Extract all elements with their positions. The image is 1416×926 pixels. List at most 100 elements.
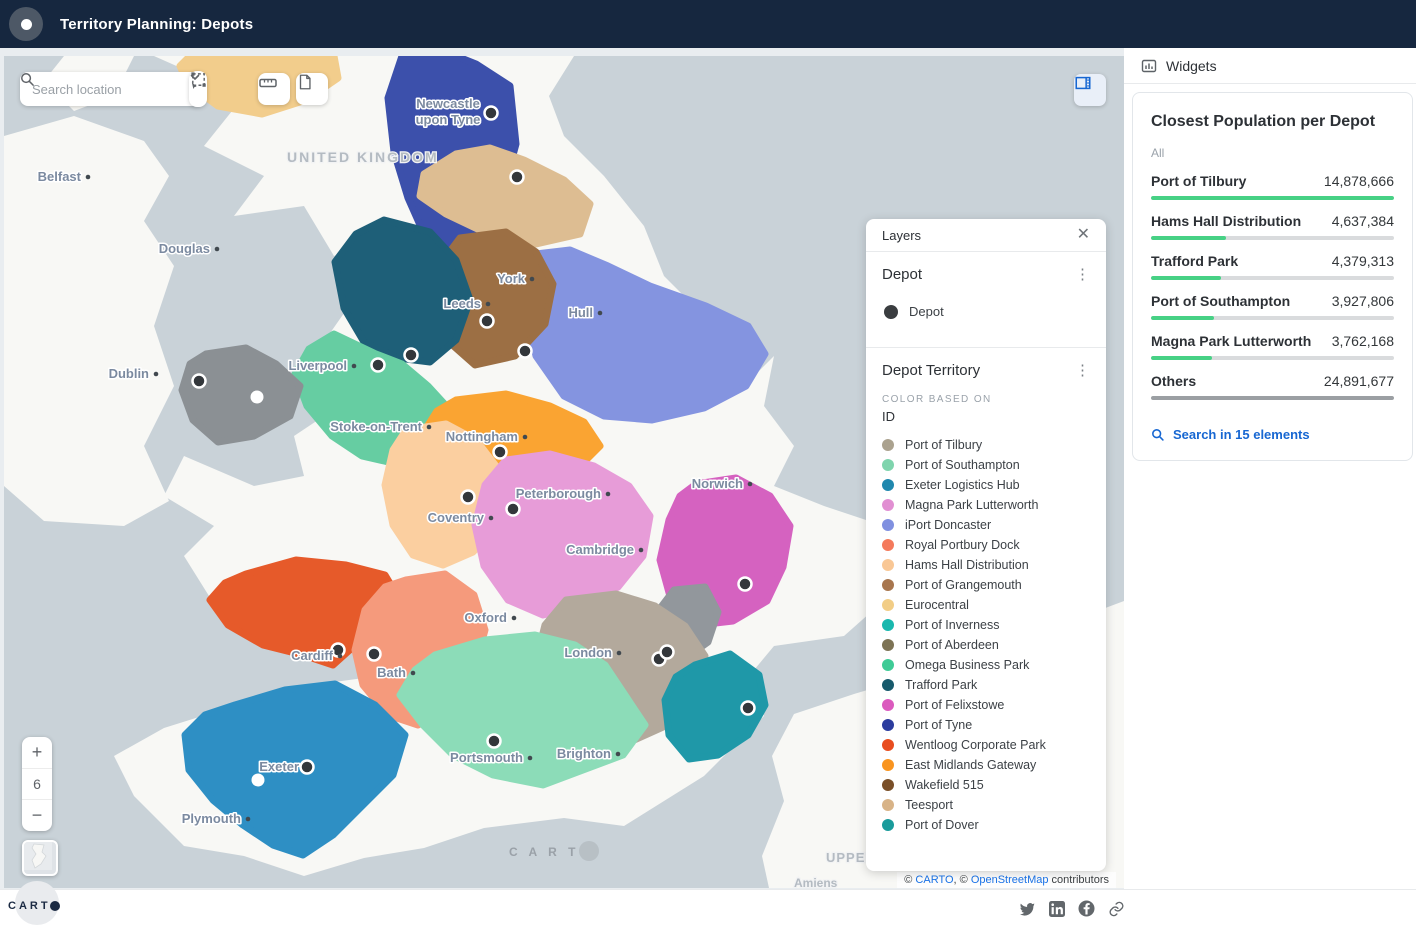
legend-item-label: Port of Inverness <box>905 618 1000 632</box>
city-label: Brighton <box>557 746 611 761</box>
minimap-thumbnail[interactable] <box>22 840 58 876</box>
widget-row[interactable]: Others 24,891,677 <box>1151 373 1394 400</box>
legend-color-swatch <box>882 659 894 671</box>
legend-item: Exeter Logistics Hub <box>882 475 1090 495</box>
depot-marker[interactable] <box>332 644 345 657</box>
widget-row-value: 24,891,677 <box>1324 373 1394 389</box>
depot-marker[interactable] <box>494 446 507 459</box>
twitter-icon[interactable] <box>1018 900 1035 917</box>
widget-title: Closest Population per Depot <box>1151 113 1394 131</box>
legend-item: Eurocentral <box>882 595 1090 615</box>
legend-color-swatch <box>882 759 894 771</box>
city-dot <box>489 516 494 521</box>
layers-panel: Layers ✕ Depot ⋮ Depot Depot Territory ⋮… <box>866 219 1106 871</box>
widget-filter-label: All <box>1151 146 1394 160</box>
depot-marker[interactable] <box>742 702 755 715</box>
legend-item-label: Port of Aberdeen <box>905 638 999 652</box>
widget-row-value: 14,878,666 <box>1324 173 1394 189</box>
city-label: Cardiff <box>291 648 334 663</box>
city-label: Hull <box>568 305 593 320</box>
depot-marker[interactable] <box>372 359 385 372</box>
depot-marker[interactable] <box>511 171 524 184</box>
city-label: Oxford <box>464 610 507 625</box>
city-dot <box>427 425 432 430</box>
close-icon[interactable]: ✕ <box>1077 227 1090 243</box>
city-dot <box>352 364 357 369</box>
color-based-on-label: COLOR BASED ON <box>882 394 1090 405</box>
widgets-icon <box>1141 58 1157 74</box>
city-dot <box>639 548 644 553</box>
widget-row[interactable]: Trafford Park 4,379,313 <box>1151 253 1394 280</box>
legend-item-label: Royal Portbury Dock <box>905 538 1020 552</box>
city-dot <box>523 435 528 440</box>
legend-color-swatch <box>882 579 894 591</box>
widget-row-value: 4,379,313 <box>1332 253 1394 269</box>
population-widget: Closest Population per Depot All Port of… <box>1132 92 1413 461</box>
legend-item-label: Wentloog Corporate Park <box>905 738 1046 752</box>
kebab-menu-icon[interactable]: ⋮ <box>1075 267 1090 282</box>
search-in-elements-link[interactable]: Search in 15 elements <box>1151 427 1394 442</box>
toggle-side-panel-button[interactable] <box>1074 74 1106 106</box>
depot-marker[interactable] <box>462 491 475 504</box>
depot-marker[interactable] <box>661 646 674 659</box>
osm-attribution-link[interactable]: OpenStreetMap <box>971 874 1049 886</box>
depot-marker[interactable] <box>507 503 520 516</box>
app-logo-icon <box>9 7 43 41</box>
depot-marker[interactable] <box>405 349 418 362</box>
widget-row[interactable]: Port of Tilbury14,878,666 <box>1151 173 1394 200</box>
widget-row-bar <box>1151 276 1394 280</box>
linkedin-icon[interactable] <box>1048 900 1065 917</box>
page-title: Territory Planning: Depots <box>60 16 253 33</box>
legend-item: Royal Portbury Dock <box>882 535 1090 555</box>
zoom-in-button[interactable]: + <box>22 737 52 768</box>
depot-territory-layer-title: Depot Territory <box>882 362 980 379</box>
city-label: Leeds <box>443 296 481 311</box>
city-label: Liverpool <box>288 358 347 373</box>
depot-marker[interactable] <box>481 315 494 328</box>
widget-row[interactable]: Hams Hall Distribution4,637,384 <box>1151 213 1394 240</box>
city-dot <box>411 671 416 676</box>
city-label: Dublin <box>109 366 149 381</box>
city-dot <box>486 302 491 307</box>
city-dot <box>512 616 517 621</box>
search-icon <box>1151 428 1165 442</box>
carto-attribution-link[interactable]: CARTO <box>915 874 953 886</box>
widget-row-bar <box>1151 316 1394 320</box>
depot-marker[interactable] <box>485 107 498 120</box>
social-links <box>1018 900 1125 917</box>
legend-item-label: Wakefield 515 <box>905 778 984 792</box>
kebab-menu-icon[interactable]: ⋮ <box>1075 363 1090 378</box>
measure-button[interactable] <box>258 73 290 105</box>
city-dot <box>617 651 622 656</box>
location-search[interactable] <box>20 72 203 106</box>
widget-row-value: 3,762,168 <box>1332 333 1394 349</box>
search-input[interactable] <box>30 81 146 98</box>
depot-marker[interactable] <box>739 578 752 591</box>
legend-item: Teesport <box>882 795 1090 815</box>
export-button[interactable] <box>296 73 328 105</box>
map-canvas[interactable]: UNITED KINGDOMUPPERAmiensBelfastDouglasD… <box>4 56 1124 888</box>
depot-marker[interactable] <box>193 375 206 388</box>
widget-row[interactable]: Port of Southampton3,927,806 <box>1151 293 1394 320</box>
widget-row-bar <box>1151 356 1394 360</box>
depot-marker[interactable] <box>519 345 532 358</box>
zoom-out-button[interactable]: − <box>22 800 52 831</box>
depot-marker[interactable] <box>301 761 314 774</box>
widget-row-label: Hams Hall Distribution <box>1151 213 1301 229</box>
widget-row[interactable]: Magna Park Lutterworth3,762,168 <box>1151 333 1394 360</box>
legend-item: Wakefield 515 <box>882 775 1090 795</box>
region-label: UNITED KINGDOM <box>287 149 439 165</box>
city-dot <box>246 817 251 822</box>
depot-marker[interactable] <box>368 648 381 661</box>
zoom-control: + 6 − <box>22 737 52 831</box>
depot-marker[interactable] <box>488 735 501 748</box>
legend-item-label: Port of Dover <box>905 818 979 832</box>
selection-tool-button[interactable] <box>189 71 207 107</box>
share-link-icon[interactable] <box>1108 900 1125 917</box>
carto-logo[interactable]: CART <box>0 880 80 926</box>
facebook-icon[interactable] <box>1078 900 1095 917</box>
legend-item-label: Omega Business Park <box>905 658 1029 672</box>
widget-row-label: Trafford Park <box>1151 253 1238 269</box>
city-label: Peterborough <box>516 486 601 501</box>
widget-row-label: Others <box>1151 373 1196 389</box>
